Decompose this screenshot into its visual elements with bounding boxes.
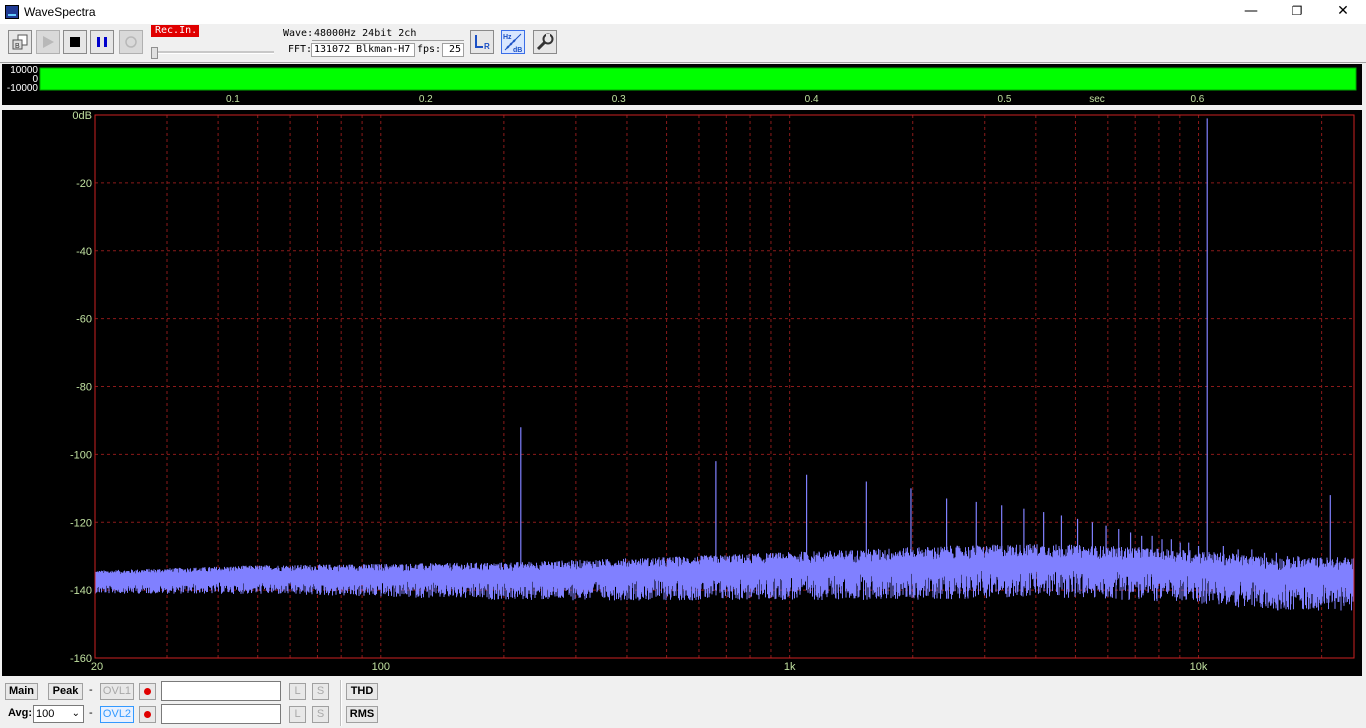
stop-button[interactable] xyxy=(63,30,87,54)
y-tick-label: -120 xyxy=(70,517,92,529)
pause-icon xyxy=(97,37,107,47)
wave-format-value: 48000Hz 24bit 2ch xyxy=(314,28,417,39)
time-tick-label: 0.6 xyxy=(1190,94,1204,105)
avg-label: Avg: xyxy=(8,707,33,719)
wave-y-label-bottom: -10000 xyxy=(7,83,39,94)
time-tick-label: 0.5 xyxy=(998,94,1012,105)
y-tick-label: -80 xyxy=(76,382,92,394)
y-tick-label: 0dB xyxy=(72,110,92,122)
waveform-svg: 10000 0 -10000 0.1 0.2 0.3 0.4 0.5 0.6 sec xyxy=(7,65,1357,105)
ovl2-save-button[interactable]: S xyxy=(312,706,329,723)
rec-input-label: Rec.In. xyxy=(151,25,199,37)
ovl1-record-button[interactable] xyxy=(139,683,156,700)
ovl2-name-input[interactable] xyxy=(161,704,281,724)
input-level-slider[interactable] xyxy=(151,47,274,59)
chevron-down-icon: ⌄ xyxy=(71,708,80,719)
peak-button[interactable]: Peak xyxy=(48,683,83,700)
spectrum-trace xyxy=(94,544,1355,611)
wave-label: Wave: xyxy=(283,28,314,39)
slider-track xyxy=(152,51,274,54)
bottom-bar: Main Peak - OVL1 L S Avg: 100 ⌄ - OVL2 L… xyxy=(0,678,1366,728)
waveform-trace xyxy=(39,67,1357,91)
x-tick-label: 1k xyxy=(784,661,796,673)
play-icon xyxy=(43,36,54,48)
lr-channel-button[interactable]: R xyxy=(470,30,494,54)
play-button[interactable] xyxy=(36,30,60,54)
record-button[interactable] xyxy=(119,30,143,54)
noise-floor-trace xyxy=(94,544,1355,611)
avg-select[interactable]: 100 ⌄ xyxy=(33,705,84,723)
y-tick-label: -20 xyxy=(76,178,92,190)
main-button[interactable]: Main xyxy=(5,683,38,700)
window-title: WaveSpectra xyxy=(24,5,96,19)
x-axis: 20 100 1k 10k xyxy=(91,661,1208,673)
ovl1-load-button[interactable]: L xyxy=(289,683,306,700)
fft-setting-field[interactable]: 131072 Blkman-H7 xyxy=(311,43,415,57)
fft-label: FFT: xyxy=(288,44,313,55)
y-tick-label: -100 xyxy=(70,449,92,461)
svg-text:B: B xyxy=(15,43,20,50)
ovl2-button[interactable]: OVL2 xyxy=(100,706,134,723)
ovl1-button[interactable]: OVL1 xyxy=(100,683,134,700)
pause-button[interactable] xyxy=(90,30,114,54)
spectrum-panel[interactable]: 0dB -20 -40 -60 -80 -100 -120 -140 -160 20 100 1k 1… xyxy=(2,110,1362,676)
y-tick-label: -140 xyxy=(70,585,92,597)
close-button[interactable]: ✕ xyxy=(1320,0,1366,24)
svg-text:R: R xyxy=(484,42,490,51)
rms-button[interactable]: RMS xyxy=(346,706,378,723)
bottom-separator xyxy=(340,680,342,726)
slider-thumb[interactable] xyxy=(151,47,158,59)
avg-value: 100 xyxy=(36,708,55,720)
time-unit-label: sec xyxy=(1089,94,1105,105)
ovl2-record-button[interactable] xyxy=(139,706,156,723)
device-icon: B xyxy=(12,34,28,50)
spectrum-chart: 0dB -20 -40 -60 -80 -100 -120 -140 -160 20 100 1k 1… xyxy=(70,110,1355,673)
y-tick-label: -40 xyxy=(76,246,92,258)
y-axis: 0dB -20 -40 -60 -80 -100 -120 -140 -160 xyxy=(70,110,92,665)
maximize-button[interactable]: ❐ xyxy=(1274,0,1320,24)
time-tick-label: 0.2 xyxy=(419,94,433,105)
lr-icon: R xyxy=(475,35,490,51)
time-tick-label: 0.4 xyxy=(805,94,819,105)
time-axis: 0.1 0.2 0.3 0.4 0.5 0.6 xyxy=(226,94,1205,105)
ovl2-load-button[interactable]: L xyxy=(289,706,306,723)
toolbar: B Rec.In. Wave: 48000Hz 24bit 2ch FFT: 1… xyxy=(0,24,1366,63)
stop-icon xyxy=(70,37,80,47)
wrench-icon xyxy=(536,33,554,51)
ovl1-name-input[interactable] xyxy=(161,681,281,701)
time-tick-label: 0.3 xyxy=(612,94,626,105)
hz-db-icon: HzdB xyxy=(503,33,522,53)
settings-button[interactable] xyxy=(533,30,557,54)
thd-button[interactable]: THD xyxy=(346,683,378,700)
time-tick-label: 0.1 xyxy=(226,94,240,105)
wave-underline xyxy=(312,40,464,41)
input-device-button[interactable]: B xyxy=(8,30,32,54)
svg-text:Hz: Hz xyxy=(503,34,512,41)
x-tick-label: 10k xyxy=(1190,661,1208,673)
title-bar: WaveSpectra — ❐ ✕ xyxy=(0,0,1366,24)
x-tick-label: 20 xyxy=(91,661,103,673)
x-tick-label: 100 xyxy=(372,661,390,673)
minimize-button[interactable]: — xyxy=(1228,0,1274,24)
y-tick-label: -60 xyxy=(76,314,92,326)
hz-db-scale-button[interactable]: Hz dB xyxy=(501,30,525,54)
record-icon xyxy=(125,36,137,48)
waveform-panel[interactable]: 10000 0 -10000 0.1 0.2 0.3 0.4 0.5 0.6 sec xyxy=(2,64,1362,105)
spectrum-peaks xyxy=(520,118,1331,577)
ovl1-save-button[interactable]: S xyxy=(312,683,329,700)
ovl1-dash: - xyxy=(89,684,93,696)
fps-field[interactable]: 25 xyxy=(442,43,464,57)
app-icon xyxy=(5,5,19,19)
y-tick-label: -160 xyxy=(70,653,92,665)
svg-text:dB: dB xyxy=(513,47,522,53)
ovl2-dash: - xyxy=(89,707,93,719)
fps-label: fps: xyxy=(417,44,442,55)
